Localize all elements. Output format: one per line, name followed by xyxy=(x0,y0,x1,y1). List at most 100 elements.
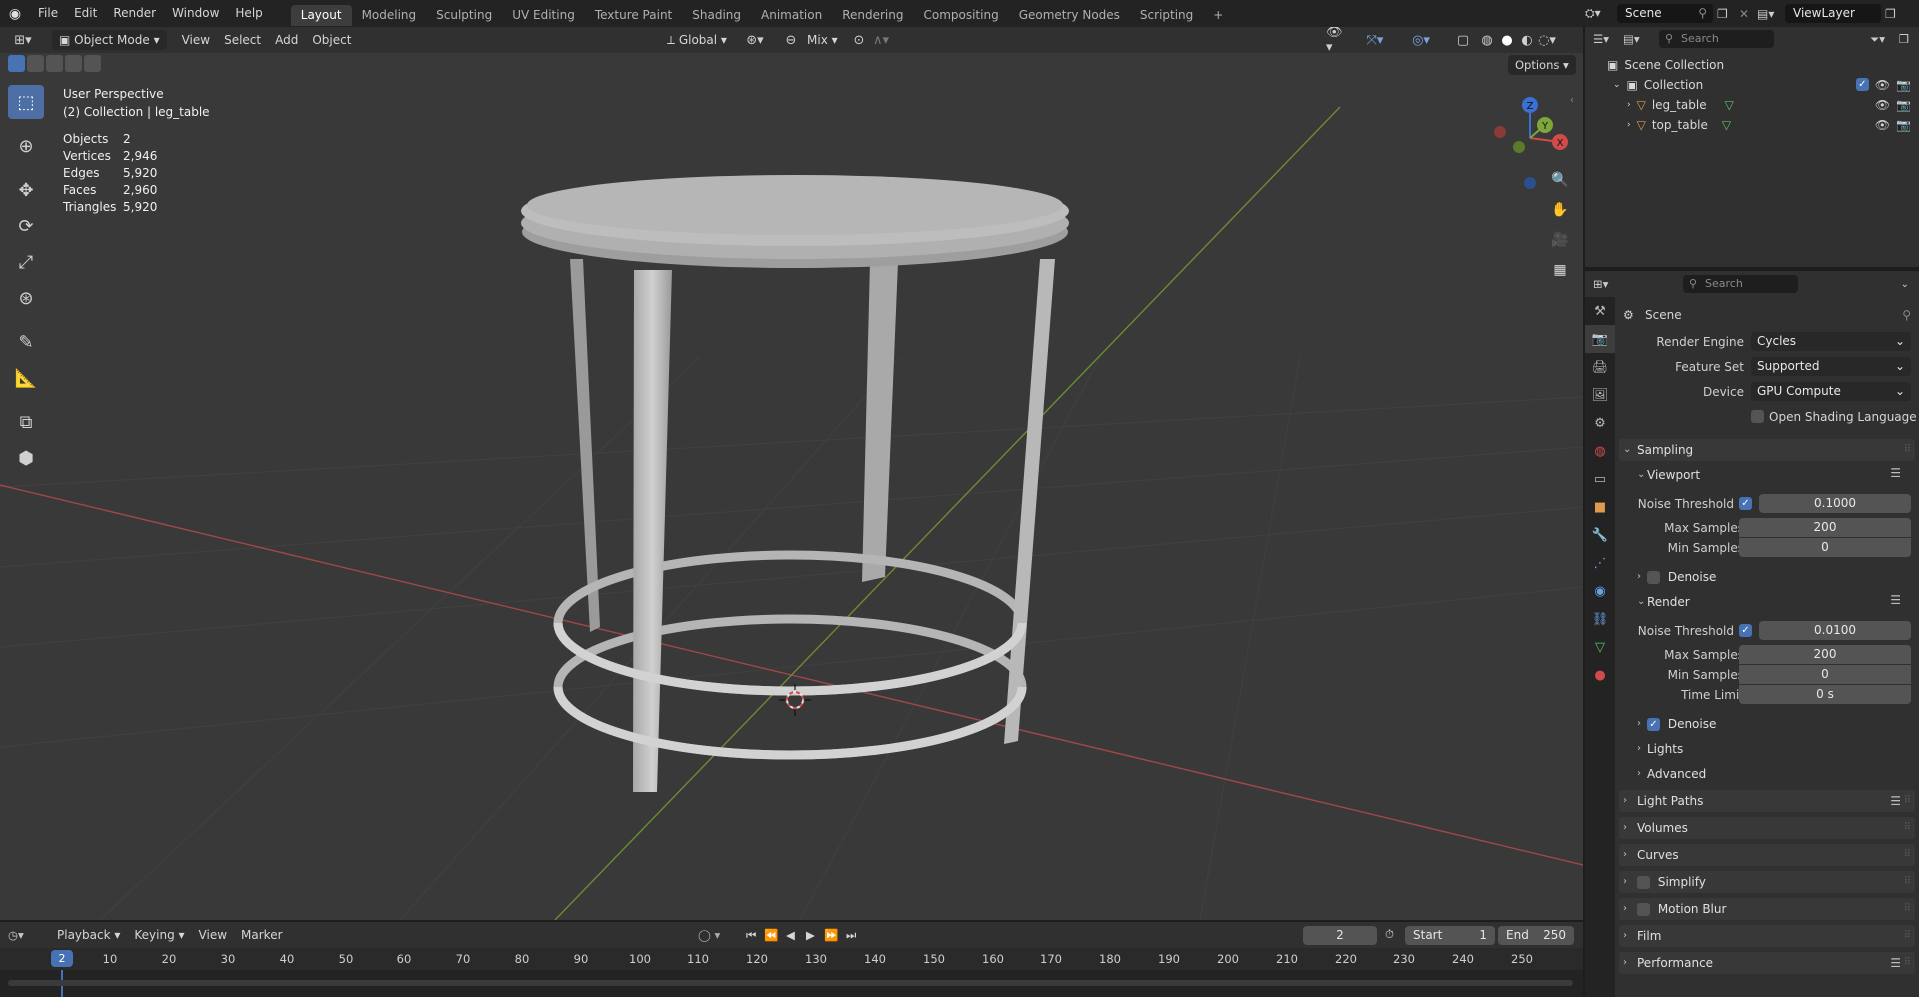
scene-icon[interactable]: ⛭▾ xyxy=(1585,6,1613,21)
mesh-data-icon[interactable]: ▽ xyxy=(1722,118,1731,132)
lights-subpanel[interactable]: › Lights xyxy=(1633,739,1683,759)
object-tab-icon[interactable]: ■ xyxy=(1585,493,1615,521)
render-camera-icon[interactable]: 📷 xyxy=(1896,98,1911,112)
viewport-min-samples-field[interactable]: 0 xyxy=(1739,538,1911,557)
device-dropdown[interactable]: GPU Compute ⌄ xyxy=(1751,382,1911,401)
outliner-collection[interactable]: ⌄ ▣ Collection ✓ 👁 📷 xyxy=(1585,75,1919,95)
viewport-noise-threshold-checkbox[interactable]: ✓ xyxy=(1739,497,1752,510)
render-engine-dropdown[interactable]: Cycles ⌄ xyxy=(1751,332,1911,351)
curves-panel[interactable]: › Curves ⠿ xyxy=(1619,844,1915,866)
xray-icon[interactable]: ▢ xyxy=(1452,30,1474,50)
solid-shading-icon[interactable]: ● xyxy=(1496,30,1518,50)
render-subpanel-header[interactable]: ⌄ Render xyxy=(1633,592,1690,612)
play-reverse-icon[interactable]: ◀ xyxy=(786,928,795,942)
viewport-denoise-subpanel[interactable]: › Denoise xyxy=(1633,567,1716,587)
eye-icon[interactable]: 👁 xyxy=(1875,98,1890,112)
outliner-object-leg-table[interactable]: › ▽ leg_table ▽ 👁 📷 xyxy=(1585,95,1919,115)
timeline-view-menu[interactable]: View xyxy=(192,925,234,945)
jump-prev-keyframe-icon[interactable]: ⏪ xyxy=(764,928,778,942)
properties-editor-icon[interactable]: ⊞▾ xyxy=(1593,277,1633,291)
pan-hand-icon[interactable]: ✋ xyxy=(1547,197,1573,223)
expand-chevron-icon[interactable]: › xyxy=(1627,100,1631,110)
render-tab-icon[interactable]: 📷 xyxy=(1585,325,1615,353)
tab-sculpting[interactable]: Sculpting xyxy=(426,5,502,26)
transform-orientation-dropdown[interactable]: ⟂ Global ▾ xyxy=(660,30,734,50)
render-denoise-subpanel[interactable]: › ✓ Denoise xyxy=(1633,714,1716,734)
outliner-search-input[interactable]: ⚲ Search xyxy=(1659,30,1774,48)
properties-search-input[interactable]: ⚲ Search xyxy=(1683,275,1798,293)
render-max-samples-field[interactable]: 200 xyxy=(1739,645,1911,664)
light-paths-panel[interactable]: › Light Paths ☰ ⠿ xyxy=(1619,790,1915,812)
zoom-icon[interactable]: 🔍 xyxy=(1547,167,1573,193)
timeline-scrollbar[interactable] xyxy=(8,980,1573,986)
tab-uv-editing[interactable]: UV Editing xyxy=(502,5,585,26)
collection-exclude-checkbox[interactable]: ✓ xyxy=(1855,78,1869,91)
mesh-data-icon[interactable]: ▽ xyxy=(1725,98,1734,112)
menu-view[interactable]: View xyxy=(175,30,217,50)
outliner-editor-icon[interactable]: ☰▾ xyxy=(1593,32,1623,46)
time-limit-field[interactable]: 0 s xyxy=(1739,685,1911,704)
view-layer-selector[interactable]: ViewLayer xyxy=(1785,4,1881,23)
3d-viewport[interactable]: ⊞▾ ▣ Object Mode ▾ View Select Add Objec… xyxy=(0,27,1583,920)
add-object-tool-icon[interactable]: ⬢ xyxy=(8,441,44,475)
scale-tool-icon[interactable]: ⤢ xyxy=(8,245,44,279)
marker-menu[interactable]: Marker xyxy=(234,925,289,945)
viewport-denoise-checkbox[interactable] xyxy=(1647,571,1660,584)
film-panel[interactable]: › Film ⠿ xyxy=(1619,925,1915,947)
presets-list-icon[interactable]: ☰ xyxy=(1890,593,1901,607)
collapse-sidebar-icon[interactable]: ‹ xyxy=(1570,95,1574,106)
view-layer-tab-icon[interactable]: 🖼 xyxy=(1585,381,1615,409)
proportional-edit-icon[interactable]: ⊙ xyxy=(848,30,870,50)
playhead[interactable]: 2 xyxy=(51,950,73,967)
select-subtract-icon[interactable] xyxy=(46,55,63,72)
tab-animation[interactable]: Animation xyxy=(751,5,832,26)
particles-tab-icon[interactable]: ⋰ xyxy=(1585,549,1615,577)
select-new-icon[interactable] xyxy=(8,55,25,72)
filter-icon[interactable]: ⏷▾ xyxy=(1870,32,1885,47)
tool-tab-icon[interactable]: ⚒ xyxy=(1585,297,1615,325)
motion-blur-panel[interactable]: › Motion Blur ⠿ xyxy=(1619,898,1915,920)
presets-list-icon[interactable]: ☰ xyxy=(1890,466,1901,480)
measure-tool-icon[interactable]: 📐 xyxy=(8,361,44,395)
expand-chevron-icon[interactable]: ⌄ xyxy=(1613,80,1621,90)
new-view-layer-icon[interactable]: ❐ xyxy=(1885,7,1903,21)
osl-checkbox[interactable] xyxy=(1751,410,1764,423)
new-scene-icon[interactable]: ❐ xyxy=(1717,7,1735,21)
falloff-icon[interactable]: ∧▾ xyxy=(870,30,892,50)
render-camera-icon[interactable]: 📷 xyxy=(1896,118,1911,132)
render-noise-threshold-field[interactable]: 0.0100 xyxy=(1759,621,1911,640)
jump-end-icon[interactable]: ⏭ xyxy=(846,928,856,943)
add-workspace-button[interactable]: + xyxy=(1203,5,1233,26)
eye-icon[interactable]: 👁 xyxy=(1875,78,1890,92)
rendered-shading-icon[interactable]: ◌▾ xyxy=(1536,30,1558,50)
menu-help[interactable]: Help xyxy=(227,0,270,27)
eye-icon[interactable]: 👁 xyxy=(1875,118,1890,132)
menu-object[interactable]: Object xyxy=(305,30,358,50)
jump-start-icon[interactable]: ⏮ xyxy=(746,928,756,943)
feature-set-dropdown[interactable]: Supported ⌄ xyxy=(1751,357,1911,376)
wireframe-shading-icon[interactable]: ◍ xyxy=(1476,30,1498,50)
view-layer-icon[interactable]: ▤▾ xyxy=(1757,7,1781,21)
playback-dropdown[interactable]: Playback ▾ xyxy=(50,925,127,945)
viewport-noise-threshold-field[interactable]: 0.1000 xyxy=(1759,494,1911,513)
transform-tool-icon[interactable]: ⊛ xyxy=(8,281,44,315)
modifier-tab-icon[interactable]: 🔧 xyxy=(1585,521,1615,549)
rotate-tool-icon[interactable]: ⟳ xyxy=(8,209,44,243)
gizmo-icon[interactable]: ⤧▾ xyxy=(1364,30,1386,50)
menu-window[interactable]: Window xyxy=(164,0,227,27)
tab-compositing[interactable]: Compositing xyxy=(913,5,1008,26)
editor-type-icon[interactable]: ⊞▾ xyxy=(8,30,38,50)
delete-scene-icon[interactable]: ✕ xyxy=(1739,7,1753,21)
render-camera-icon[interactable]: 📷 xyxy=(1896,78,1911,92)
simplify-checkbox[interactable] xyxy=(1637,876,1650,889)
tab-geometry-nodes[interactable]: Geometry Nodes xyxy=(1009,5,1130,26)
jump-next-keyframe-icon[interactable]: ⏩ xyxy=(824,928,838,942)
select-invert-icon[interactable] xyxy=(65,55,82,72)
collection-tab-icon[interactable]: ▭ xyxy=(1585,465,1615,493)
material-tab-icon[interactable]: ● xyxy=(1585,661,1615,689)
volumes-panel[interactable]: › Volumes ⠿ xyxy=(1619,817,1915,839)
visibility-icon[interactable]: 👁▾ xyxy=(1326,27,1348,55)
sampling-panel-header[interactable]: ⌄ Sampling ⠿ xyxy=(1619,439,1915,461)
tab-modeling[interactable]: Modeling xyxy=(352,5,427,26)
pivot-icon[interactable]: ⊛▾ xyxy=(744,30,766,50)
